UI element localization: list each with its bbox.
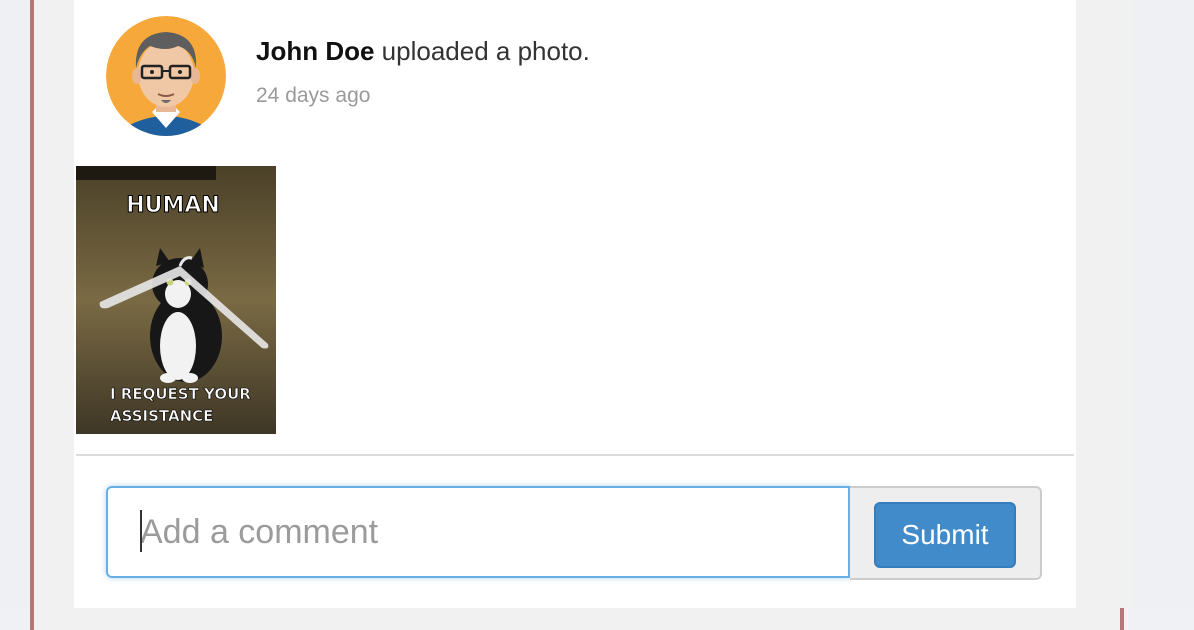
author-link[interactable]: John Doe (256, 36, 374, 66)
post-timestamp: 24 days ago (256, 84, 371, 107)
post-photo[interactable]: HUMAN I REQUEST YOUR ASSISTANCE (76, 166, 276, 434)
text-caret (140, 510, 142, 552)
meme-bottom-text-line2: ASSISTANCE (110, 407, 213, 425)
cat-meme-photo: HUMAN I REQUEST YOUR ASSISTANCE (76, 166, 276, 434)
submit-addon: Submit (850, 486, 1042, 580)
avatar[interactable] (106, 16, 226, 136)
comment-form: Submit (106, 486, 1042, 580)
meme-top-text: HUMAN (126, 193, 220, 218)
post-headline: John Doe uploaded a photo. (256, 36, 590, 67)
meme-bottom-text-line1: I REQUEST YOUR (110, 385, 251, 403)
post-divider (76, 454, 1074, 456)
right-gutter (1120, 0, 1132, 608)
post-action-text: uploaded a photo. (374, 36, 590, 66)
cartoon-man-avatar-icon (106, 16, 226, 136)
submit-button[interactable]: Submit (874, 502, 1016, 568)
comment-input[interactable] (106, 486, 850, 578)
